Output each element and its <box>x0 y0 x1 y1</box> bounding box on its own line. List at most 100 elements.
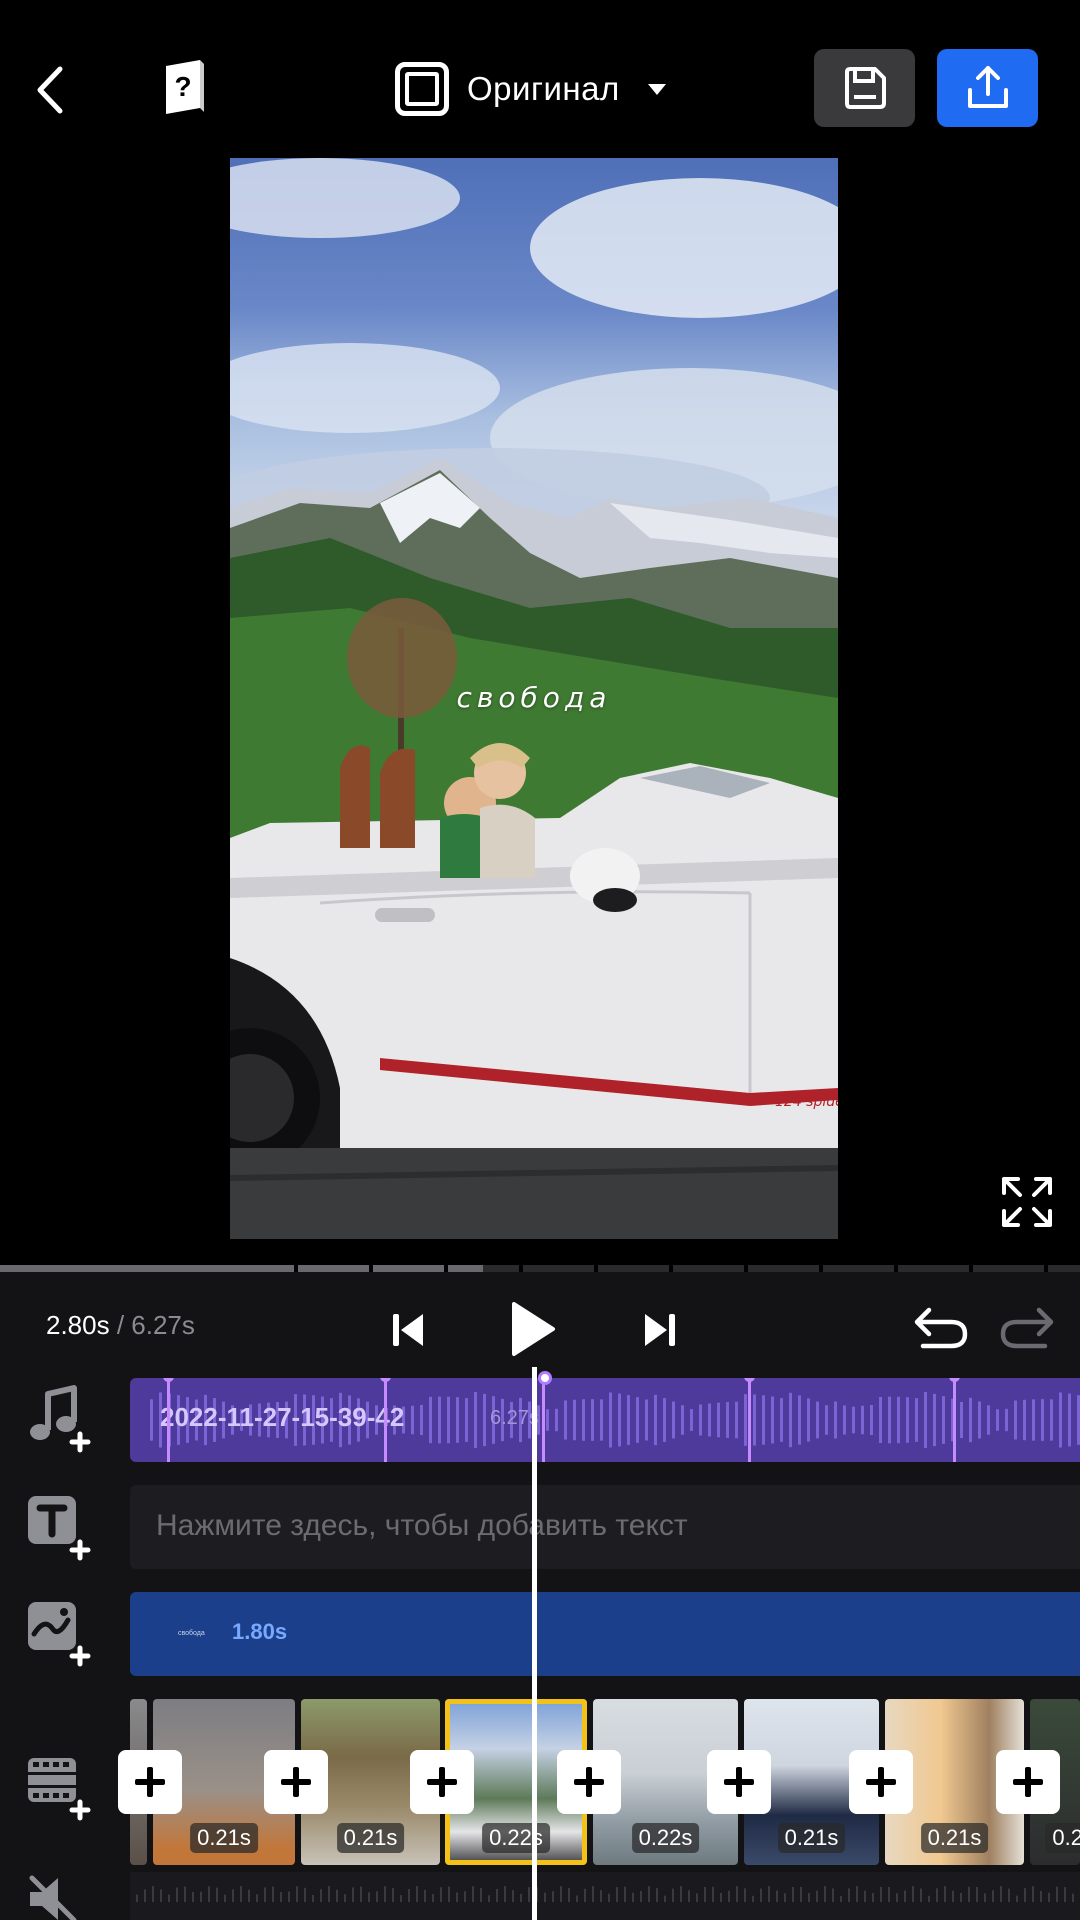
waveform-bar <box>1008 1888 1010 1902</box>
playhead-handle[interactable] <box>538 1371 552 1385</box>
scrub-segment-tick <box>744 1265 748 1272</box>
text-track[interactable]: Нажмите здесь, чтобы добавить текст <box>130 1485 1080 1569</box>
save-button[interactable] <box>814 49 915 127</box>
waveform-bar <box>544 1892 546 1902</box>
film-add-icon <box>28 1758 91 1821</box>
waveform-bar <box>609 1392 612 1448</box>
caret-down-icon <box>647 83 666 95</box>
video-preview[interactable]: 124 spider свобода <box>230 158 838 1239</box>
waveform-bar <box>848 1888 850 1902</box>
waveform-bar <box>906 1397 909 1443</box>
add-transition-button[interactable] <box>557 1750 621 1814</box>
waveform-bar <box>176 1887 178 1902</box>
waveform-bar <box>680 1886 682 1902</box>
add-transition-button[interactable] <box>849 1750 913 1814</box>
waveform-bar <box>483 1393 486 1447</box>
skip-to-start-button[interactable] <box>388 1302 428 1358</box>
add-overlay-button[interactable] <box>24 1598 94 1668</box>
waveform-bar <box>216 1887 218 1902</box>
waveform-bar <box>560 1886 562 1902</box>
waveform-bar <box>1016 1895 1018 1902</box>
waveform-bar <box>456 1892 458 1902</box>
clip-audio-waveform <box>136 1886 1074 1902</box>
waveform-bar <box>636 1397 639 1443</box>
waveform-bar <box>208 1886 210 1902</box>
current-time: 2.80s <box>46 1310 110 1340</box>
beat-marker[interactable] <box>538 1378 549 1462</box>
clip-duration: 0.22s <box>482 1823 550 1853</box>
waveform-bar <box>504 1886 506 1902</box>
beat-marker[interactable] <box>380 1378 391 1462</box>
beat-marker[interactable] <box>163 1378 174 1462</box>
waveform-bar <box>1056 1886 1058 1902</box>
waveform-bar <box>616 1887 618 1902</box>
add-transition-button[interactable] <box>410 1750 474 1814</box>
waveform-bar <box>264 1887 266 1902</box>
waveform-bar <box>564 1400 567 1440</box>
skip-to-end-button[interactable] <box>640 1302 680 1358</box>
add-transition-button[interactable] <box>996 1750 1060 1814</box>
waveform-bar <box>429 1396 432 1444</box>
add-transition-button[interactable] <box>118 1750 182 1814</box>
waveform-bar <box>288 1891 290 1902</box>
waveform-bar <box>1048 1892 1050 1902</box>
undo-icon <box>914 1307 968 1349</box>
waveform-bar <box>720 1892 722 1902</box>
beat-marker[interactable] <box>949 1378 960 1462</box>
plus-icon <box>724 1767 754 1797</box>
waveform-bar <box>280 1892 282 1902</box>
waveform-bar <box>744 1394 747 1446</box>
waveform-bar <box>640 1890 642 1902</box>
add-transition-button[interactable] <box>707 1750 771 1814</box>
timeline-scrub-bar[interactable] <box>0 1265 1080 1272</box>
skip-back-icon <box>393 1314 423 1346</box>
waveform-bar <box>816 1401 819 1439</box>
redo-button[interactable] <box>996 1300 1058 1356</box>
speaker-muted-icon <box>29 1875 77 1920</box>
waveform-bar <box>753 1394 756 1446</box>
add-text-button[interactable] <box>24 1492 94 1562</box>
help-button[interactable]: ? <box>160 58 210 118</box>
audio-track[interactable]: 2022-11-27-15-39-42 6.27s <box>130 1378 1080 1462</box>
waveform-bar <box>1005 1408 1008 1432</box>
add-music-button[interactable] <box>24 1384 94 1454</box>
waveform-bar <box>465 1398 468 1442</box>
waveform-bar <box>400 1895 402 1902</box>
waveform-bar <box>792 1886 794 1902</box>
beat-marker[interactable] <box>744 1378 755 1462</box>
playhead[interactable] <box>532 1367 537 1920</box>
back-button[interactable] <box>20 55 80 125</box>
waveform-bar <box>735 1401 738 1439</box>
waveform-bar <box>992 1890 994 1902</box>
waveform-bar <box>704 1887 706 1902</box>
waveform-bar <box>424 1889 426 1902</box>
waveform-bar <box>852 1406 855 1434</box>
waveform-bar <box>807 1398 810 1442</box>
export-button[interactable] <box>937 49 1038 127</box>
fullscreen-button[interactable] <box>1000 1175 1054 1229</box>
waveform-bar <box>984 1893 986 1902</box>
help-book-icon: ? <box>166 60 204 114</box>
waveform-bar <box>512 1890 514 1902</box>
add-transition-button[interactable] <box>264 1750 328 1814</box>
plus-icon <box>574 1767 604 1797</box>
add-clip-button[interactable] <box>24 1752 94 1822</box>
waveform-bar <box>879 1396 882 1444</box>
waveform-bar <box>384 1886 386 1902</box>
waveform-bar <box>464 1891 466 1902</box>
waveform-bar <box>897 1396 900 1444</box>
waveform-bar <box>960 1892 962 1902</box>
waveform-bar <box>320 1889 322 1902</box>
aspect-ratio-selector[interactable]: Оригинал <box>395 60 666 118</box>
undo-button[interactable] <box>910 1300 972 1356</box>
save-icon <box>844 67 886 109</box>
waveform-bar <box>696 1893 698 1902</box>
waveform-bar <box>808 1893 810 1902</box>
mute-button[interactable] <box>24 1874 94 1920</box>
waveform-bar <box>1059 1392 1062 1448</box>
waveform-bar <box>861 1405 864 1435</box>
overlay-track[interactable]: свобода 1.80s <box>130 1592 1080 1676</box>
play-button[interactable] <box>502 1294 562 1364</box>
waveform-bar <box>152 1886 154 1902</box>
waveform-bar <box>448 1886 450 1902</box>
